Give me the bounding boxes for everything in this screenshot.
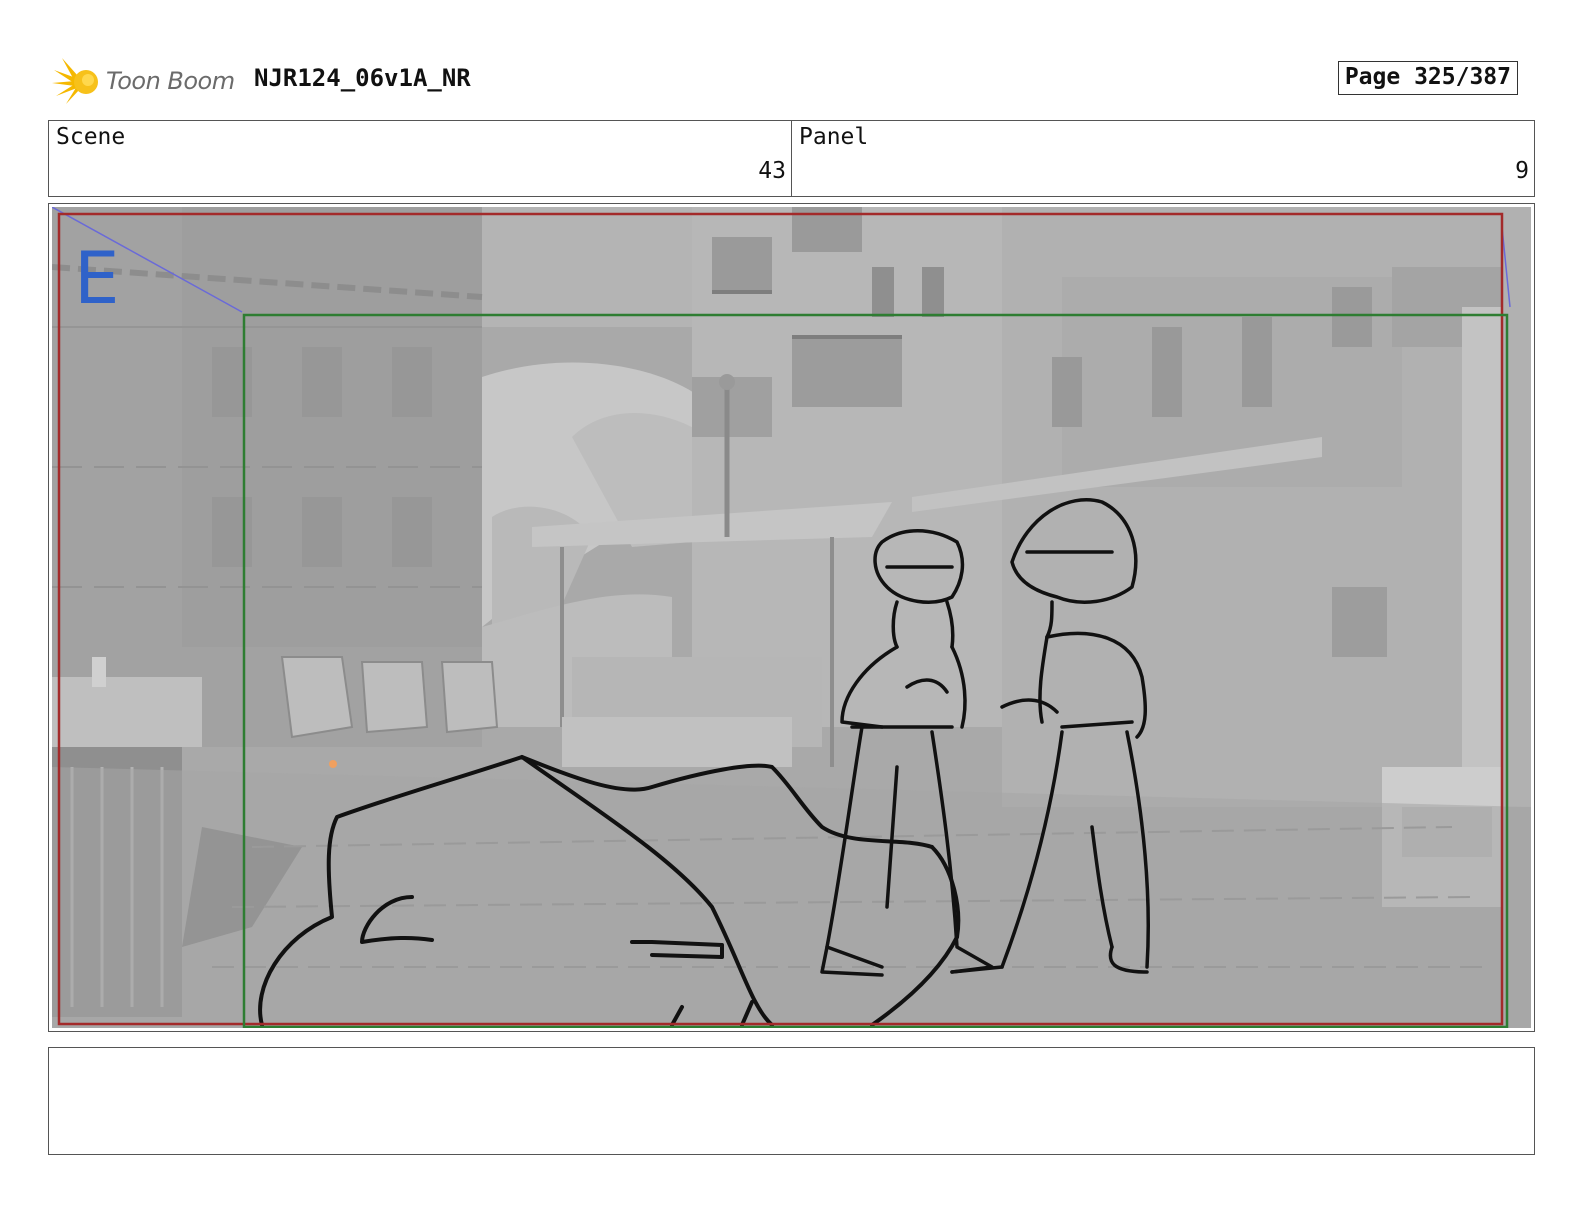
scene-cell: Scene 43 (49, 121, 791, 196)
frame-marker-letter: E (74, 236, 120, 320)
panel-label: Panel (799, 124, 869, 150)
page-number: Page 325/387 (1337, 61, 1518, 95)
project-name: NJR124_06v1A_NR (254, 64, 471, 92)
scooters (280, 656, 499, 739)
panel-cell: Panel 9 (791, 121, 1534, 196)
scene-value: 43 (758, 158, 786, 184)
scene-label: Scene (56, 124, 126, 150)
logo-text: Toon Boom (106, 67, 235, 95)
orange-dot (329, 760, 337, 768)
storyboard-frame: E (48, 203, 1535, 1032)
toon-boom-logo: Toon Boom (52, 56, 242, 106)
info-row: Scene 43 Panel 9 (48, 120, 1535, 197)
starburst-icon (52, 58, 98, 104)
panel-value: 9 (1515, 158, 1529, 184)
storyboard-drawing: E (52, 207, 1531, 1028)
notes-box (48, 1047, 1535, 1155)
middle-building (692, 207, 1012, 727)
